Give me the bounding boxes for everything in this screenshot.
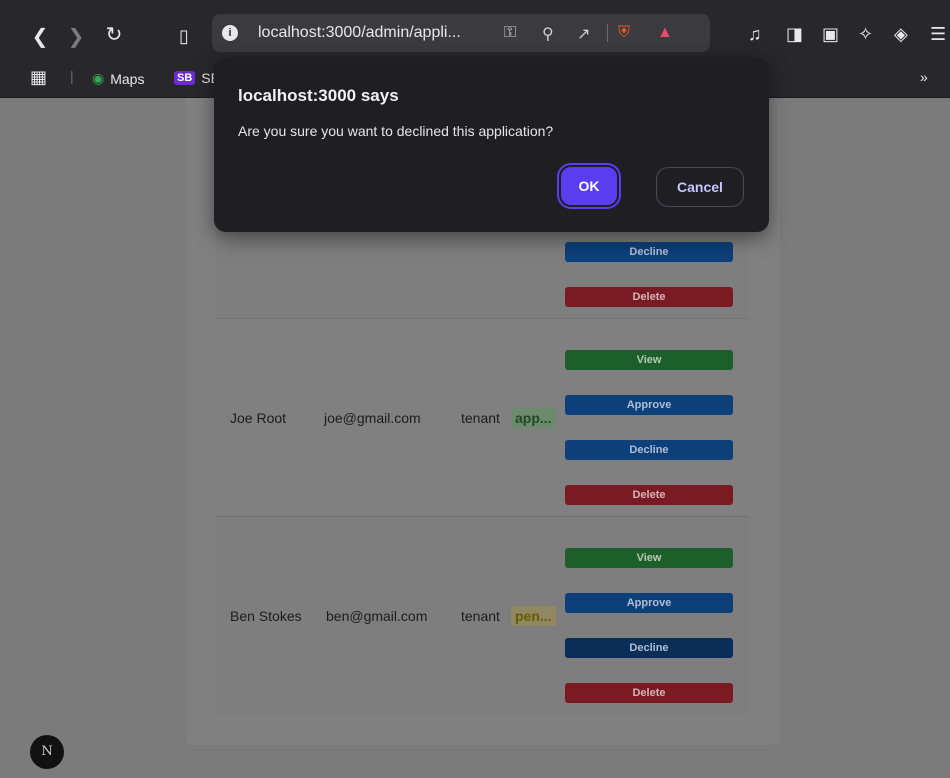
wallet-icon[interactable]: ▣ [822,24,839,45]
applicant-email: joe@gmail.com [324,410,421,426]
delete-button[interactable]: Delete [565,287,733,307]
bookmarks-divider: | [70,68,74,84]
music-icon[interactable]: ♫ [748,24,762,45]
bookmark-icon[interactable]: ▯ [170,22,198,50]
forward-icon[interactable]: ❯ [62,22,90,50]
applicant-role: tenant [461,410,500,426]
omnibox-divider [607,24,608,42]
key-icon[interactable]: ⚿ [504,24,516,42]
dialog-title: localhost:3000 says [238,86,399,105]
zoom-icon[interactable]: ⚲ [542,24,554,44]
applicant-name: Ben Stokes [230,608,302,624]
applicant-role: tenant [461,608,500,624]
address-url: localhost:3000/admin/appli... [258,24,461,41]
menu-icon[interactable]: ☰ [930,24,946,45]
sb-badge-icon: SB [174,71,196,85]
share-icon[interactable]: ↗ [577,24,590,44]
status-badge: app... [511,408,556,428]
applicant-email: ben@gmail.com [326,608,428,624]
approve-button[interactable]: Approve [565,395,733,415]
browser-toolbar: ❮ ❯ ↻ ▯ i localhost:3000/admin/appli... … [0,0,950,60]
sidebar-icon[interactable]: ◨ [786,24,803,45]
cancel-button[interactable]: Cancel [656,167,744,207]
dialog-message: Are you sure you want to declined this a… [238,123,554,139]
back-icon[interactable]: ❮ [26,22,54,50]
decline-button[interactable]: Decline [565,242,733,262]
address-bar[interactable]: i localhost:3000/admin/appli... ⚿ ⚲ ↗ ⛨ … [212,14,710,52]
status-badge: pen... [511,606,556,626]
delete-button[interactable]: Delete [565,485,733,505]
bookmark-maps-label: Maps [110,70,145,87]
approve-button[interactable]: Approve [565,593,733,613]
bookmark-maps[interactable]: ◉ Maps [92,70,144,87]
reload-icon[interactable]: ↻ [100,20,128,48]
decline-button[interactable]: Decline [565,440,733,460]
maps-pin-icon: ◉ [92,70,105,86]
confirm-dialog: localhost:3000 says Are you sure you wan… [214,57,769,232]
more-bookmarks-icon[interactable]: » [920,69,928,85]
brave-rewards-icon[interactable]: ▲ [657,24,673,42]
delete-button[interactable]: Delete [565,683,733,703]
leo-icon[interactable]: ✧ [858,24,873,45]
decline-button[interactable]: Decline [565,638,733,658]
view-button[interactable]: View [565,350,733,370]
applicant-name: Joe Root [230,410,287,426]
site-info-icon[interactable]: i [222,25,238,41]
nextjs-dev-icon[interactable]: N [30,735,64,769]
apps-grid-icon[interactable]: ▦ [30,67,47,88]
brave-shield-icon[interactable]: ⛨ [618,24,630,42]
ok-button[interactable]: OK [559,165,619,207]
view-button[interactable]: View [565,548,733,568]
vpn-icon[interactable]: ◈ [894,24,908,45]
